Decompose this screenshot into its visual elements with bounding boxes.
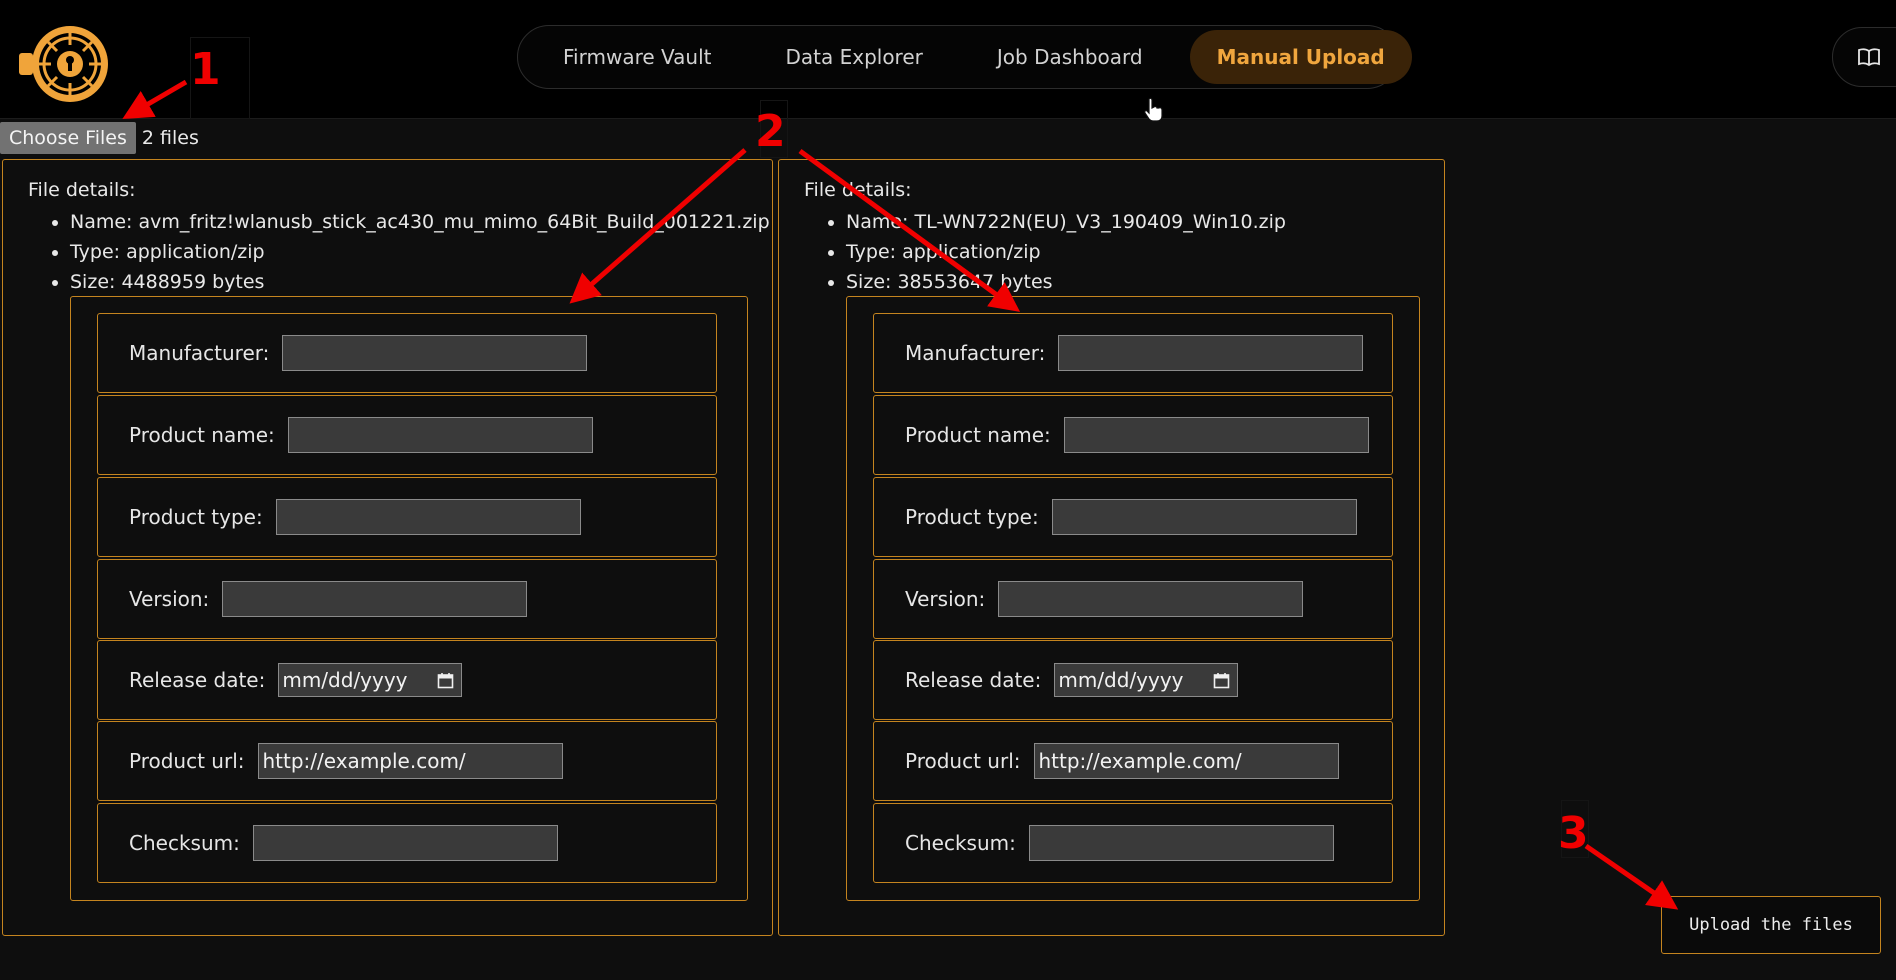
release-date-value: mm/dd/yyyy [1058, 668, 1184, 692]
manufacturer-label: Manufacturer: [905, 341, 1046, 365]
top-bar: Firmware Vault Data Explorer Job Dashboa… [0, 0, 1896, 119]
release-date-row: Release date: mm/dd/yyyy [873, 640, 1393, 720]
release-date-value: mm/dd/yyyy [282, 668, 408, 692]
version-input[interactable] [998, 581, 1304, 617]
file-card: File details: Name: TL-WN722N(EU)_V3_190… [778, 159, 1445, 936]
annotation-arrow-3 [1584, 843, 1679, 910]
release-date-row: Release date: mm/dd/yyyy [97, 640, 717, 720]
nav-data-explorer[interactable]: Data Explorer [758, 30, 949, 84]
product-url-row: Product url: [873, 721, 1393, 801]
checksum-label: Checksum: [129, 831, 240, 855]
version-label: Version: [905, 587, 986, 611]
file-size: Size: 38553647 bytes [846, 267, 1286, 297]
manufacturer-input[interactable] [282, 335, 588, 371]
checksum-input[interactable] [252, 825, 558, 861]
version-row: Version: [873, 559, 1393, 639]
file-card: File details: Name: avm_fritz!wlanusb_st… [2, 159, 773, 936]
checksum-label: Checksum: [905, 831, 1016, 855]
product-url-label: Product url: [905, 749, 1021, 773]
manufacturer-label: Manufacturer: [129, 341, 270, 365]
manufacturer-row: Manufacturer: [873, 313, 1393, 393]
file-name: Name: avm_fritz!wlanusb_stick_ac430_mu_m… [70, 207, 770, 237]
file-picker: Choose Files 2 files [0, 122, 199, 154]
release-date-label: Release date: [905, 668, 1042, 692]
file-name: Name: TL-WN722N(EU)_V3_190409_Win10.zip [846, 207, 1286, 237]
manufacturer-row: Manufacturer: [97, 313, 717, 393]
checksum-row: Checksum: [97, 803, 717, 883]
release-date-label: Release date: [129, 668, 266, 692]
file-type: Type: application/zip [70, 237, 770, 267]
product-type-label: Product type: [905, 505, 1039, 529]
documentation-button[interactable] [1832, 27, 1896, 87]
firmware-vault-logo-icon[interactable] [17, 17, 111, 111]
open-book-icon [1858, 48, 1880, 67]
nav-job-dashboard[interactable]: Job Dashboard [970, 30, 1170, 84]
main-nav: Firmware Vault Data Explorer Job Dashboa… [517, 25, 1412, 89]
file-details-title: File details: [28, 179, 136, 201]
nav-firmware-vault[interactable]: Firmware Vault [536, 30, 738, 84]
file-type: Type: application/zip [846, 237, 1286, 267]
annotation-number-2: 2 [755, 106, 786, 157]
calendar-icon[interactable] [437, 672, 454, 689]
product-type-input[interactable] [1051, 499, 1357, 535]
metadata-form: Manufacturer: Product name: Product type… [846, 296, 1420, 901]
product-name-label: Product name: [905, 423, 1051, 447]
file-details-list: Name: avm_fritz!wlanusb_stick_ac430_mu_m… [45, 207, 770, 297]
file-size: Size: 4488959 bytes [70, 267, 770, 297]
upload-files-button[interactable]: Upload the files [1661, 896, 1881, 954]
product-name-row: Product name: [873, 395, 1393, 475]
version-input[interactable] [222, 581, 528, 617]
product-url-label: Product url: [129, 749, 245, 773]
product-name-input[interactable] [1063, 417, 1369, 453]
product-url-input[interactable] [1033, 743, 1339, 779]
product-name-label: Product name: [129, 423, 275, 447]
version-label: Version: [129, 587, 210, 611]
release-date-input[interactable]: mm/dd/yyyy [1054, 663, 1239, 697]
version-row: Version: [97, 559, 717, 639]
hand-pointer-cursor-icon [1144, 97, 1163, 122]
product-type-label: Product type: [129, 505, 263, 529]
product-type-row: Product type: [873, 477, 1393, 557]
product-name-row: Product name: [97, 395, 717, 475]
product-url-input[interactable] [257, 743, 563, 779]
nav-manual-upload[interactable]: Manual Upload [1189, 30, 1412, 84]
product-name-input[interactable] [287, 417, 593, 453]
annotation-number-3: 3 [1558, 808, 1589, 859]
metadata-form: Manufacturer: Product name: Product type… [70, 296, 748, 901]
manufacturer-input[interactable] [1058, 335, 1364, 371]
checksum-row: Checksum: [873, 803, 1393, 883]
selected-files-count: 2 files [141, 127, 199, 149]
release-date-input[interactable]: mm/dd/yyyy [278, 663, 463, 697]
product-url-row: Product url: [97, 721, 717, 801]
product-type-row: Product type: [97, 477, 717, 557]
annotation-number-1: 1 [190, 44, 221, 95]
calendar-icon[interactable] [1213, 672, 1230, 689]
file-details-list: Name: TL-WN722N(EU)_V3_190409_Win10.zip … [821, 207, 1286, 297]
product-type-input[interactable] [275, 499, 581, 535]
choose-files-button[interactable]: Choose Files [0, 122, 136, 154]
checksum-input[interactable] [1028, 825, 1334, 861]
file-details-title: File details: [804, 179, 912, 201]
